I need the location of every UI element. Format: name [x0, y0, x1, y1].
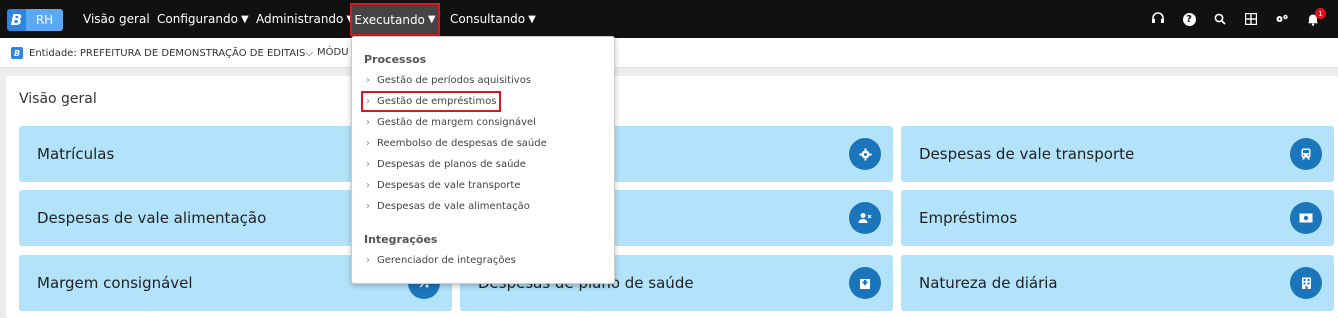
menu-item-gestao-margem-consignavel[interactable]: ›Gestão de margem consignável — [366, 117, 536, 128]
card-label: Natureza de diária — [919, 274, 1058, 292]
menu-item-despesas-vale-transporte[interactable]: ›Despesas de vale transporte — [366, 180, 520, 191]
top-navbar: B RH Visão geral Configurando▼ Administr… — [0, 0, 1338, 38]
menu-item-gestao-periodos-aquisitivos[interactable]: ›Gestão de períodos aquisitivos — [366, 75, 531, 86]
search-icon[interactable] — [1212, 11, 1228, 27]
logo-rh: RH — [26, 9, 63, 31]
nav-label: Consultando — [450, 12, 525, 26]
card-label: Matrículas — [37, 145, 114, 163]
building-icon — [1290, 267, 1322, 299]
nav-executando[interactable]: Executando▼ — [350, 3, 440, 36]
bus-icon — [1290, 138, 1322, 170]
chevron-right-icon: › — [366, 75, 370, 86]
chevron-right-icon: › — [366, 180, 370, 191]
nav-visao-geral[interactable]: Visão geral — [83, 0, 150, 38]
settings-icon[interactable] — [1274, 11, 1290, 27]
entity-selector[interactable]: B Entidade: PREFEITURA DE DEMONSTRAÇÃO D… — [11, 47, 313, 59]
user-remove-icon — [849, 202, 881, 234]
executando-dropdown-menu: Processos ›Gestão de períodos aquisitivo… — [351, 36, 615, 284]
headset-icon[interactable] — [1150, 11, 1166, 27]
entity-logo-icon: B — [11, 47, 23, 59]
card-natureza-diaria[interactable]: Natureza de diária — [901, 255, 1334, 311]
card-despesas-vale-transporte[interactable]: Despesas de vale transporte — [901, 126, 1334, 182]
chevron-down-icon: ▼ — [241, 14, 249, 25]
module-selector[interactable]: MÓDU — [317, 47, 349, 58]
chevron-right-icon: › — [366, 138, 370, 149]
chevron-right-icon: › — [366, 96, 370, 107]
notification-count-badge: 1 — [1315, 8, 1326, 19]
chevron-right-icon: › — [366, 117, 370, 128]
chevron-down-icon: ▼ — [528, 14, 536, 25]
nav-label: Executando — [354, 13, 425, 27]
card-emprestimos[interactable]: Empréstimos — [901, 190, 1334, 246]
app-logo[interactable]: B RH — [7, 9, 63, 31]
hospital-icon — [849, 267, 881, 299]
page-title: Visão geral — [19, 91, 97, 107]
chevron-down-icon: ▼ — [428, 14, 436, 25]
card-label: Margem consignável — [37, 274, 193, 292]
menu-item-despesas-planos-saude[interactable]: ›Despesas de planos de saúde — [366, 159, 526, 170]
context-bar: B Entidade: PREFEITURA DE DEMONSTRAÇÃO D… — [0, 38, 1338, 68]
help-icon[interactable]: ? — [1181, 11, 1197, 27]
bell-icon[interactable]: 1 — [1305, 11, 1321, 27]
nav-label: Visão geral — [83, 12, 150, 26]
apps-grid-icon[interactable] — [1243, 11, 1259, 27]
nav-label: Configurando — [157, 12, 238, 26]
nav-configurando[interactable]: Configurando▼ — [157, 0, 249, 38]
chevron-right-icon: › — [366, 159, 370, 170]
menu-item-reembolso-despesas-saude[interactable]: ›Reembolso de despesas de saúde — [366, 138, 547, 149]
logo-b: B — [7, 9, 26, 31]
menu-item-gestao-emprestimos[interactable]: ›Gestão de empréstimos — [366, 96, 496, 107]
menu-item-despesas-vale-alimentacao[interactable]: ›Despesas de vale alimentação — [366, 201, 530, 212]
card-label: Empréstimos — [919, 209, 1017, 227]
money-icon — [1290, 202, 1322, 234]
chevron-right-icon: › — [366, 255, 370, 266]
nav-administrando[interactable]: Administrando▼ — [256, 0, 354, 38]
chevron-down-icon: ⌵ — [305, 48, 313, 59]
nav-label: Administrando — [256, 12, 343, 26]
gear-icon — [849, 138, 881, 170]
chevron-right-icon: › — [366, 201, 370, 212]
card-label: Despesas de vale transporte — [919, 145, 1134, 163]
nav-consultando[interactable]: Consultando▼ — [450, 0, 536, 38]
menu-section-integracoes: Integrações — [364, 233, 437, 246]
entity-label: Entidade: PREFEITURA DE DEMONSTRAÇÃO DE … — [29, 48, 305, 59]
card-label: Despesas de vale alimentação — [37, 209, 266, 227]
menu-item-gerenciador-integracoes[interactable]: ›Gerenciador de integrações — [366, 255, 516, 266]
menu-section-processos: Processos — [364, 53, 426, 66]
